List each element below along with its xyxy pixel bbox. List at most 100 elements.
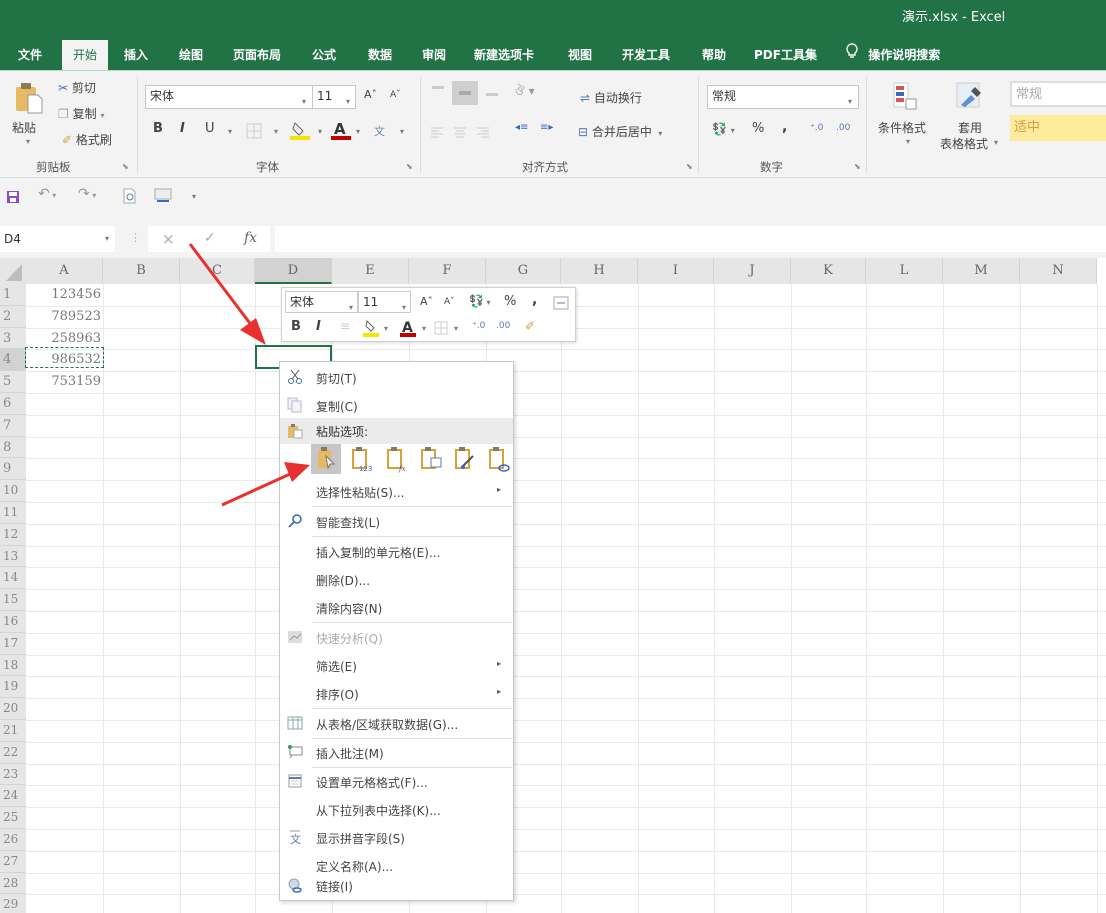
align-left-button[interactable] (430, 124, 444, 143)
row-header-8[interactable]: 8 (0, 436, 26, 459)
column-header-n[interactable]: N (1020, 258, 1097, 284)
menu-item-get-data-from-table[interactable]: 从表格/区域获取数据(G)... (280, 710, 513, 738)
mini-percent-button[interactable]: % (504, 294, 516, 309)
column-header-c[interactable]: C (180, 258, 255, 284)
column-header-l[interactable]: L (866, 258, 943, 284)
row-header-13[interactable]: 13 (0, 545, 26, 568)
paste-option-default[interactable] (311, 444, 341, 474)
fill-color-dropdown[interactable]: ▾ (318, 127, 322, 136)
phonetic-dropdown[interactable]: ▾ (400, 127, 404, 136)
tab-pdf-tools[interactable]: PDF工具集 (748, 40, 823, 70)
underline-button[interactable]: U (205, 121, 215, 136)
paste-option-formatting[interactable] (415, 444, 445, 474)
row-header-25[interactable]: 25 (0, 807, 26, 829)
comma-button[interactable]: , (782, 119, 787, 135)
mini-comma-button[interactable]: , (532, 292, 537, 308)
row-header-6[interactable]: 6 (0, 393, 26, 415)
mini-italic-button[interactable]: I (316, 319, 321, 334)
mini-border-button[interactable] (434, 320, 448, 339)
font-launcher-icon[interactable]: ⬊ (406, 162, 413, 171)
insert-function-button[interactable]: fx (244, 230, 257, 246)
column-header-g[interactable]: G (486, 258, 561, 284)
style-neutral[interactable]: 适中 (1010, 115, 1106, 141)
alignment-launcher-icon[interactable]: ⬊ (686, 162, 693, 171)
align-middle-button[interactable] (452, 81, 478, 105)
tab-insert[interactable]: 插入 (118, 40, 154, 70)
tab-data[interactable]: 数据 (362, 40, 398, 70)
accounting-format-button[interactable]: 💱 ▾ (712, 122, 735, 136)
menu-item-show-phonetic[interactable]: 文 显示拼音字段(S) (280, 824, 513, 852)
mini-accounting-button[interactable]: 💱 ▾ (469, 294, 491, 308)
format-as-table-dropdown[interactable]: ▾ (994, 138, 998, 147)
print-preview-button[interactable] (122, 188, 138, 208)
align-bottom-button[interactable] (485, 83, 499, 102)
bold-button[interactable]: B (153, 121, 163, 136)
mini-center-button[interactable]: ≡ (340, 319, 350, 333)
underline-dropdown[interactable]: ▾ (228, 127, 232, 136)
menu-item-sort[interactable]: 排序(O) ▸ (280, 680, 513, 708)
row-header-24[interactable]: 24 (0, 785, 26, 808)
align-right-button[interactable] (476, 124, 490, 143)
mini-fill-dropdown[interactable]: ▾ (384, 324, 388, 333)
menu-item-smart-lookup[interactable]: 智能查找(L) (280, 508, 513, 536)
tab-new-tab[interactable]: 新建选项卡 (468, 40, 540, 70)
spreadsheet-grid[interactable]: ABCDEFGHIJKLMN 1 2 3 4 5 6 7 8 9 10 11 12 13 14 15 16 17… (0, 258, 1106, 913)
paste-option-values[interactable]: 123 (346, 444, 376, 474)
column-header-j[interactable]: J (714, 258, 791, 284)
number-format-select[interactable]: 常规 ▾ (707, 85, 859, 109)
paste-option-formulas[interactable]: fx (381, 444, 411, 474)
tell-me-search[interactable]: 操作说明搜索 (840, 40, 946, 70)
cut-button[interactable]: ✂ 剪切 (58, 79, 96, 96)
cell-a1[interactable]: 123456 (27, 284, 103, 306)
row-header-9[interactable]: 9 (0, 458, 26, 481)
row-header-16[interactable]: 16 (0, 611, 26, 633)
cell-a2[interactable]: 789523 (27, 306, 103, 328)
row-header-5[interactable]: 5 (0, 371, 26, 393)
mini-font-color-button[interactable]: A (399, 318, 417, 342)
column-header-e[interactable]: E (332, 258, 409, 284)
align-center-button[interactable] (453, 124, 467, 143)
menu-item-copy[interactable]: 复制(C) (280, 392, 513, 420)
mini-increase-font-button[interactable]: Aˆ (420, 295, 433, 308)
clipboard-launcher-icon[interactable]: ⬊ (122, 162, 129, 171)
conditional-format-button[interactable]: 条件格式 (878, 119, 926, 136)
row-header-18[interactable]: 18 (0, 654, 26, 677)
formula-input[interactable] (275, 226, 1106, 252)
column-header-b[interactable]: B (103, 258, 180, 284)
form-button[interactable] (154, 188, 172, 208)
tab-file[interactable]: 文件 (12, 40, 48, 70)
menu-item-pick-from-dropdown[interactable]: 从下拉列表中选择(K)... (280, 796, 513, 824)
cell-a5[interactable]: 753159 (27, 371, 103, 393)
menu-item-link[interactable]: 链接(I) (280, 872, 513, 900)
row-header-1[interactable]: 1 (0, 284, 26, 306)
tab-developer[interactable]: 开发工具 (616, 40, 676, 70)
column-header-k[interactable]: K (791, 258, 866, 284)
mini-font-size-select[interactable]: 11 ▾ (358, 291, 411, 313)
paste-dropdown[interactable]: ▾ (26, 137, 30, 146)
increase-decimal-button[interactable]: ⁺.0 (810, 123, 823, 133)
column-header-d[interactable]: D (255, 258, 332, 284)
menu-item-insert-comment[interactable]: 插入批注(M) (280, 739, 513, 767)
menu-item-clear-contents[interactable]: 清除内容(N) (280, 594, 513, 622)
column-header-i[interactable]: I (638, 258, 714, 284)
format-as-table-button[interactable]: 套用 (958, 119, 982, 136)
paste-button[interactable] (14, 81, 44, 119)
column-header-a[interactable]: A (26, 258, 103, 284)
menu-item-quick-analysis[interactable]: 快速分析(Q) (280, 624, 513, 652)
menu-item-format-cells[interactable]: 设置单元格格式(F)... (280, 768, 513, 796)
column-header-h[interactable]: H (561, 258, 638, 284)
font-name-select[interactable]: 宋体 ▾ (145, 85, 313, 109)
font-color-dropdown[interactable]: ▾ (356, 127, 360, 136)
increase-indent-button[interactable]: ≡▸ (540, 122, 553, 133)
orientation-button[interactable]: ঔ ▾ (515, 83, 535, 103)
mini-fill-color-button[interactable] (362, 318, 380, 342)
font-size-select[interactable]: 11 ▾ (312, 85, 356, 109)
menu-item-paste-special[interactable]: 选择性粘贴(S)... ▸ (280, 478, 513, 506)
format-painter-button[interactable]: ✐ 格式刷 (62, 131, 112, 148)
conditional-format-dropdown[interactable]: ▾ (906, 137, 910, 146)
paste-option-format-painter[interactable] (449, 444, 479, 474)
copy-button[interactable]: ❐ 复制 ▾ (58, 105, 104, 122)
decrease-font-button[interactable]: Aˇ (390, 90, 401, 100)
row-header-14[interactable]: 14 (0, 567, 26, 590)
row-header-28[interactable]: 28 (0, 872, 26, 895)
